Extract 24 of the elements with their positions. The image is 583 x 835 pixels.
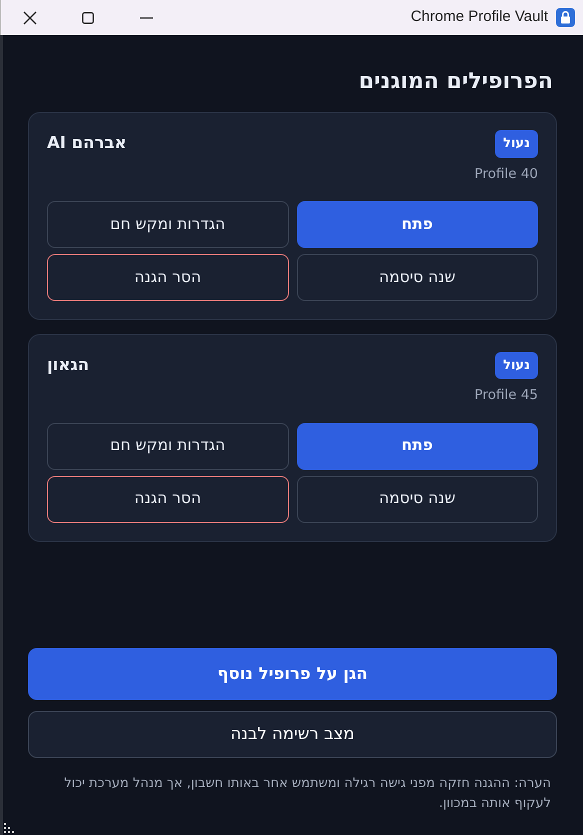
minimize-icon <box>140 16 152 18</box>
status-badge: נעול <box>495 130 538 158</box>
status-badge: נעול <box>495 352 538 380</box>
maximize-icon <box>82 12 94 24</box>
action-button[interactable]: פתח <box>296 200 538 248</box>
action-button[interactable]: הסר הגנה <box>47 476 288 522</box>
note-text: הערה: ההגנה חזקה מפני גישה רגילה ומשתמש אחר באותו חשבון, אך מנהל מערכת יכול לעקוף אותה במכוון. <box>63 775 551 812</box>
lock-icon <box>556 8 575 27</box>
page-heading: הפרופילים המוגנים <box>358 68 553 96</box>
profile-name: אברהם AI <box>47 132 126 154</box>
whitelist-mode-button[interactable]: מצב רשימה לבנה <box>28 711 557 758</box>
action-button[interactable]: פתח <box>296 422 538 470</box>
action-button[interactable]: הגדרות ומקש חם <box>47 422 288 470</box>
action-button[interactable]: הגדרות ומקש חם <box>47 200 288 248</box>
close-icon <box>23 10 37 24</box>
action-button[interactable]: הסר הגנה <box>47 254 288 301</box>
profile-name: הגאון <box>47 354 90 376</box>
action-button[interactable]: שנה סיסמה <box>296 476 538 522</box>
resize-grip-icon <box>4 823 14 833</box>
profile-folder: Profile 40 <box>474 164 538 184</box>
action-button[interactable]: שנה סיסמה <box>296 254 538 301</box>
protect-profile-button[interactable]: הגן על פרופיל נוסף <box>28 648 557 700</box>
window-title: Chrome Profile Vault <box>410 7 548 28</box>
profile-folder: Profile 45 <box>474 386 538 406</box>
